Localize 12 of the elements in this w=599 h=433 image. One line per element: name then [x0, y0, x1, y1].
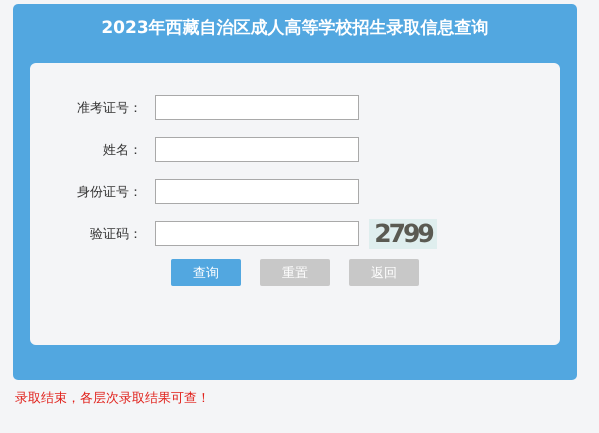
input-field[interactable] [155, 221, 359, 246]
captcha-image[interactable]: 2799 [369, 218, 437, 248]
input-field[interactable] [155, 95, 359, 120]
notice-text: 录取结束，各层次录取结果可查！ [15, 390, 211, 407]
query-button[interactable]: 查询 [171, 259, 241, 286]
input-field[interactable] [155, 179, 359, 204]
input-field[interactable] [155, 137, 359, 162]
field-label: 身份证号： [76, 184, 142, 200]
field-label: 姓名： [102, 142, 142, 158]
field-label: 准考证号： [76, 100, 142, 116]
page-title: 2023年西藏自治区成人高等学校招生录取信息查询 [100, 17, 490, 40]
field-label: 验证码： [89, 226, 142, 242]
